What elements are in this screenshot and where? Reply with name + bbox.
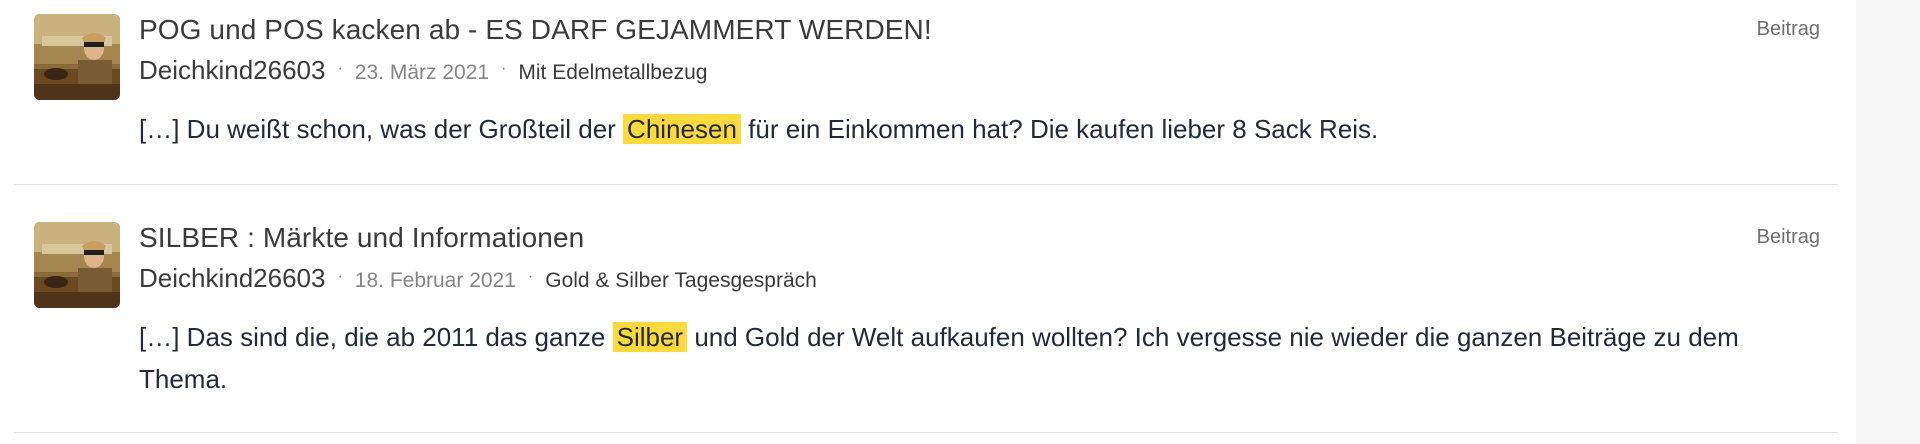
search-term-highlight: Chinesen (623, 114, 741, 144)
forum-link[interactable]: Gold & Silber Tagesgespräch (545, 269, 817, 293)
thread-title-link[interactable]: POG und POS kacken ab - ES DARF GEJAMMER… (139, 14, 932, 46)
snippet-text: […] Das sind die, die ab 2011 das ganze (139, 322, 613, 352)
result-snippet: […] Das sind die, die ab 2011 das ganze … (139, 316, 1829, 400)
content-type-label: Beitrag (1756, 226, 1820, 248)
search-result-item: POG und POS kacken ab - ES DARF GEJAMMER… (14, 0, 1838, 185)
snippet-text: für ein Einkommen hat? Die kaufen lieber… (740, 114, 1379, 144)
user-avatar[interactable] (34, 14, 120, 100)
meta-separator: · (337, 60, 343, 77)
thread-title-link[interactable]: SILBER : Märkte und Informationen (139, 222, 584, 254)
user-avatar-car-photo-icon (34, 222, 120, 308)
result-meta: Deichkind26603 · 18. Februar 2021 · Gold… (139, 263, 817, 294)
search-results-page: POG und POS kacken ab - ES DARF GEJAMMER… (0, 0, 1920, 444)
meta-separator: · (501, 60, 507, 77)
author-link[interactable]: Deichkind26603 (139, 263, 325, 294)
search-term-highlight: Silber (612, 322, 688, 352)
user-avatar-car-photo-icon (34, 14, 120, 100)
forum-link[interactable]: Mit Edelmetallbezug (518, 61, 707, 85)
result-meta: Deichkind26603 · 23. März 2021 · Mit Ede… (139, 55, 707, 86)
meta-separator: · (337, 268, 343, 285)
post-date: 18. Februar 2021 (354, 269, 516, 292)
content-type-label: Beitrag (1756, 18, 1820, 40)
right-gutter (1856, 0, 1920, 444)
result-snippet: […] Du weißt schon, was der Großteil der… (139, 108, 1829, 150)
search-result-item: SILBER : Märkte und Informationen Beitra… (14, 208, 1838, 433)
post-date: 23. März 2021 (354, 61, 490, 84)
snippet-text: […] Du weißt schon, was der Großteil der (139, 114, 624, 144)
user-avatar[interactable] (34, 222, 120, 308)
author-link[interactable]: Deichkind26603 (139, 55, 325, 86)
meta-separator: · (527, 268, 534, 285)
